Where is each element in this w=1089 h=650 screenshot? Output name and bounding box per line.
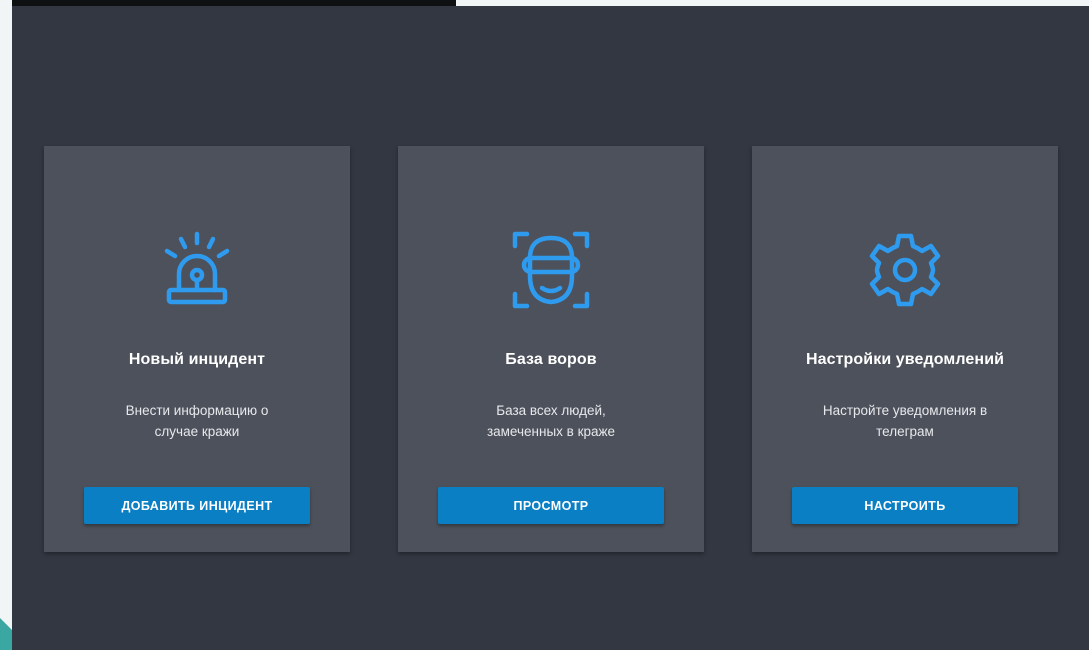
gear-icon	[863, 228, 947, 312]
card-description-line: Настройте уведомления в	[822, 403, 988, 418]
card-description: Настройте уведомления в телеграм	[792, 400, 1018, 442]
configure-button[interactable]: НАСТРОИТЬ	[792, 487, 1018, 524]
view-button[interactable]: ПРОСМОТР	[438, 487, 664, 524]
card-title: Настройки уведомлений	[805, 351, 1005, 368]
card-description: Внести информацию о случае кражи	[84, 400, 310, 442]
card-description-line: случае кражи	[154, 424, 240, 439]
card-description-line: замеченных в краже	[486, 424, 616, 439]
card-new-incident: Новый инцидент Внести информацию о случа…	[44, 146, 350, 552]
card-description-line: База всех людей,	[496, 403, 606, 418]
card-description: База всех людей, замеченных в краже	[438, 400, 664, 442]
card-title: Новый инцидент	[128, 351, 266, 368]
face-recognition-icon	[509, 228, 593, 312]
siren-alarm-icon	[155, 228, 239, 312]
card-description-line: Внести информацию о	[125, 403, 269, 418]
card-notification-settings: Настройки уведомлений Настройте уведомле…	[752, 146, 1058, 552]
add-incident-button[interactable]: ДОБАВИТЬ ИНЦИДЕНТ	[84, 487, 310, 524]
card-description-line: телеграм	[876, 424, 934, 439]
card-title: База воров	[505, 351, 597, 368]
card-thieves-database: База воров База всех людей, замеченных в…	[398, 146, 704, 552]
app-dashboard: Новый инцидент Внести информацию о случа…	[12, 6, 1089, 650]
